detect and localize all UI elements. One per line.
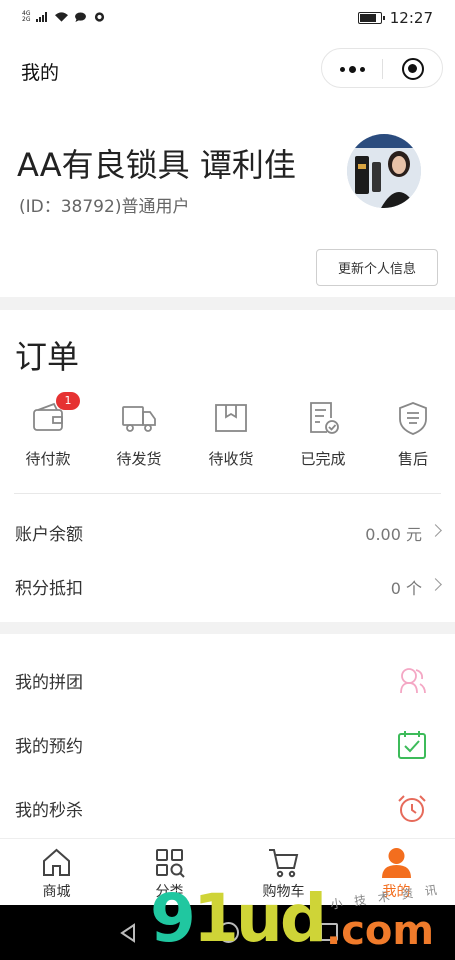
status-right: 12:27: [357, 9, 433, 27]
close-circle-icon[interactable]: [402, 58, 424, 80]
order-label: 待付款: [25, 450, 71, 468]
order-pending-receipt[interactable]: 待收货: [186, 400, 276, 480]
avatar[interactable]: [347, 134, 421, 208]
tab-label: 商城: [42, 884, 71, 900]
service-label: 我的拼团: [15, 673, 83, 693]
nav-bar: 我的: [0, 38, 455, 102]
balance-value: 0.00 元: [365, 525, 422, 544]
my-flash-sale-row[interactable]: 我的秒杀: [0, 778, 455, 842]
orders-card: 订单 1 待付款 待发货 待收货 已完成 售后 账户余额 0.00 元 积分抵扣…: [0, 310, 455, 622]
order-after-sales[interactable]: 售后: [368, 400, 455, 480]
group-buy-icon: [400, 668, 426, 694]
battery-fill: [359, 14, 376, 22]
service-label: 我的预约: [15, 737, 83, 757]
network-type-bottom: 2G: [22, 16, 31, 23]
order-completed[interactable]: 已完成: [278, 400, 368, 480]
order-label: 售后: [397, 450, 428, 468]
points-label: 积分抵扣: [15, 579, 83, 599]
status-bar: 4G 2G 12:27: [0, 0, 455, 38]
tab-mine[interactable]: 我的: [340, 839, 453, 906]
calendar-check-icon: [398, 731, 426, 759]
tab-label: 我的: [382, 884, 411, 900]
signal-icon: [36, 12, 48, 22]
user-id-level: (ID：38792)普通用户: [19, 197, 190, 217]
status-time: 12:27: [389, 9, 433, 27]
document-check-icon: [310, 402, 339, 434]
network-indicator: 4G 2G: [22, 11, 30, 23]
my-group-buy-row[interactable]: 我的拼团: [0, 650, 455, 714]
more-icon[interactable]: [322, 49, 382, 89]
chevron-right-icon: [429, 578, 442, 591]
order-label: 待发货: [116, 450, 162, 468]
user-name: AA有良锁具 谭利佳: [17, 146, 296, 184]
package-icon: [215, 404, 247, 432]
tab-bar: 商城 分类 购物车 我的: [0, 838, 455, 905]
service-label: 我的秒杀: [15, 801, 83, 821]
cart-icon: [269, 849, 299, 878]
profile-card: AA有良锁具 谭利佳 (ID：38792)普通用户 更新个人信息: [0, 102, 455, 297]
capsule-divider: [382, 59, 383, 79]
wifi-icon: [55, 12, 69, 22]
after-sales-icon: [399, 402, 427, 435]
back-icon[interactable]: [118, 923, 138, 943]
page-title: 我的: [21, 62, 60, 84]
order-label: 已完成: [300, 450, 346, 468]
system-nav-bar: [0, 905, 455, 960]
user-icon: [382, 848, 411, 878]
order-pending-shipment[interactable]: 待发货: [94, 400, 184, 480]
tab-category[interactable]: 分类: [113, 839, 226, 906]
order-pending-payment[interactable]: 1 待付款: [3, 392, 93, 480]
points-deduction-row[interactable]: 积分抵扣 0 个: [0, 560, 455, 612]
category-icon: [156, 849, 185, 878]
truck-icon: [122, 406, 156, 432]
tab-label: 分类: [155, 884, 184, 900]
orders-divider: [14, 493, 441, 494]
services-card: 我的拼团 我的预约 我的秒杀: [0, 634, 455, 842]
balance-label: 账户余额: [15, 525, 83, 545]
recent-apps-icon[interactable]: [320, 923, 338, 941]
points-value: 0 个: [390, 579, 422, 598]
account-balance-row[interactable]: 账户余额 0.00 元: [0, 506, 455, 558]
home-circle-icon[interactable]: [218, 922, 239, 943]
alarm-clock-icon: [398, 795, 426, 822]
home-icon: [43, 848, 70, 876]
my-reservation-row[interactable]: 我的预约: [0, 714, 455, 778]
app-icon: [95, 12, 105, 22]
tab-label: 购物车: [262, 884, 305, 900]
message-icon: [75, 12, 87, 22]
avatar-image: [347, 134, 421, 208]
tab-mall[interactable]: 商城: [0, 839, 113, 906]
chevron-right-icon: [429, 524, 442, 537]
orders-title: 订单: [15, 338, 80, 376]
pending-payment-badge: 1: [56, 392, 80, 410]
order-label: 待收货: [208, 450, 254, 468]
update-profile-button[interactable]: 更新个人信息: [316, 249, 438, 286]
tab-cart[interactable]: 购物车: [227, 839, 340, 906]
mini-program-capsule: [321, 48, 443, 88]
status-left: 4G 2G: [22, 11, 106, 23]
battery-icon: [357, 12, 385, 24]
